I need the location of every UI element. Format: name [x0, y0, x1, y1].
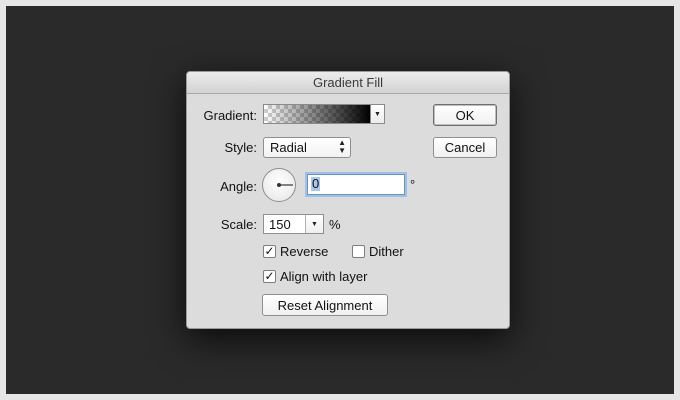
scale-value: 150 [269, 217, 291, 232]
scale-unit: % [329, 217, 341, 232]
dialog-title: Gradient Fill [187, 72, 509, 94]
angle-unit: ° [410, 177, 416, 192]
scale-combo[interactable]: 150 ▼ [263, 214, 324, 234]
ok-button[interactable]: OK [433, 104, 497, 126]
align-with-layer-checkbox[interactable]: ✓ [263, 270, 276, 283]
updown-arrows-icon: ▲ ▼ [338, 138, 346, 155]
dither-checkbox[interactable] [352, 245, 365, 258]
reset-alignment-button[interactable]: Reset Alignment [262, 294, 388, 316]
angle-needle-icon [277, 183, 293, 187]
reverse-checkbox[interactable]: ✓ [263, 245, 276, 258]
app-backdrop: Gradient Fill Gradient: ▼ OK Cancel Styl… [6, 6, 674, 394]
style-label: Style: [224, 140, 257, 155]
align-with-layer-label: Align with layer [280, 269, 368, 284]
gradient-swatch[interactable] [263, 104, 371, 124]
scale-label: Scale: [220, 217, 257, 232]
gradient-label: Gradient: [203, 108, 257, 123]
style-select-value: Radial [270, 140, 307, 155]
cancel-button[interactable]: Cancel [433, 137, 497, 158]
style-select[interactable]: Radial ▲ ▼ [263, 137, 351, 158]
dither-label: Dither [369, 244, 404, 259]
gradient-fill-dialog: Gradient Fill Gradient: ▼ OK Cancel Styl… [186, 71, 510, 329]
angle-dial[interactable] [262, 168, 296, 202]
gradient-picker-arrow-icon[interactable]: ▼ [371, 104, 385, 124]
angle-label: Angle: [220, 179, 257, 194]
angle-input-value: 0 [311, 176, 321, 191]
reverse-label: Reverse [280, 244, 329, 259]
angle-input[interactable]: 0 [307, 174, 405, 195]
scale-dropdown-arrow-icon[interactable]: ▼ [305, 215, 323, 233]
